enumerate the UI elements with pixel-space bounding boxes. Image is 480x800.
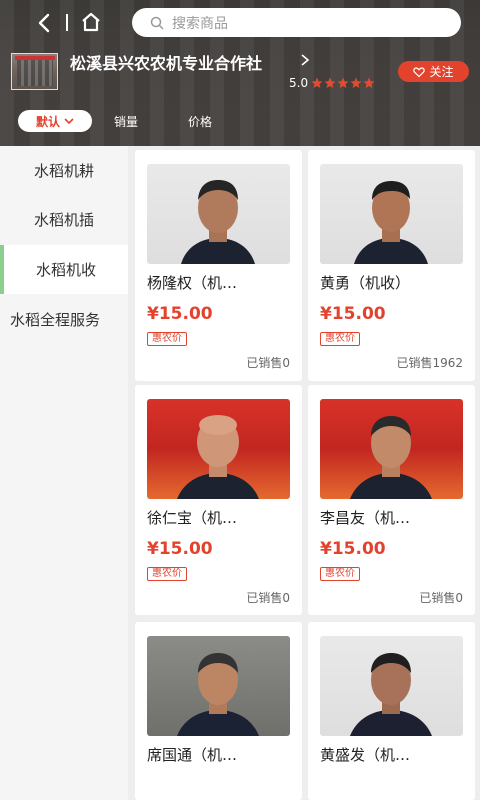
product-photo[interactable]	[320, 636, 463, 736]
sort-sales-tab[interactable]: 销量	[114, 113, 138, 130]
star-icon	[324, 77, 336, 88]
shop-name[interactable]: 松溪县兴农农机专业合作社	[70, 50, 262, 74]
search-icon	[150, 16, 164, 30]
chevron-down-icon	[64, 118, 74, 125]
search-placeholder: 搜索商品	[172, 15, 228, 32]
chevron-right-icon[interactable]	[300, 54, 310, 66]
price-tag-badge: 惠农价	[320, 332, 360, 346]
follow-button[interactable]: 关注	[398, 61, 469, 82]
product-card[interactable]: 李昌友（机… ¥15.00 惠农价 已销售0	[308, 385, 475, 615]
product-photo[interactable]	[320, 164, 463, 264]
product-price: ¥15.00	[147, 539, 213, 559]
person-portrait-icon	[177, 653, 259, 736]
rating-value: 5.0	[289, 76, 309, 90]
product-card[interactable]: 黄盛发（机…	[308, 622, 475, 800]
category-item-plowing[interactable]: 水稻机耕	[0, 146, 128, 195]
nav-divider	[66, 14, 68, 31]
product-photo[interactable]	[320, 399, 463, 499]
category-item-harvesting[interactable]: 水稻机收	[0, 245, 128, 294]
star-icon	[350, 77, 362, 88]
product-card[interactable]: 黄勇（机收） ¥15.00 惠农价 已销售1962	[308, 150, 475, 381]
person-portrait-icon	[350, 653, 432, 736]
star-icon	[311, 77, 323, 88]
shop-header: 搜索商品 松溪县兴农农机专业合作社 5.0 关注 默认 销量 价格	[0, 0, 480, 146]
product-name: 黄盛发（机…	[320, 746, 411, 764]
product-grid: 杨隆权（机… ¥15.00 惠农价 已销售0 黄勇（机收） ¥15.00 惠农价…	[128, 146, 480, 800]
category-sidebar: 水稻机耕 水稻机插 水稻机收 水稻全程服务	[0, 146, 128, 800]
price-tag-badge: 惠农价	[320, 567, 360, 581]
sold-count: 已销售0	[419, 591, 463, 605]
shop-logo[interactable]	[11, 53, 58, 90]
product-name: 席国通（机…	[147, 746, 238, 764]
sold-count: 已销售0	[246, 356, 290, 370]
product-card[interactable]: 杨隆权（机… ¥15.00 惠农价 已销售0	[135, 150, 302, 381]
product-card[interactable]: 徐仁宝（机… ¥15.00 惠农价 已销售0	[135, 385, 302, 615]
product-card[interactable]: 席国通（机…	[135, 622, 302, 800]
product-photo[interactable]	[147, 164, 290, 264]
price-tag-badge: 惠农价	[147, 567, 187, 581]
person-portrait-icon	[354, 181, 428, 264]
product-name: 徐仁宝（机…	[147, 509, 238, 527]
back-icon[interactable]	[34, 12, 56, 34]
product-name: 李昌友（机…	[320, 509, 411, 527]
heart-icon	[413, 66, 426, 77]
price-tag-badge: 惠农价	[147, 332, 187, 346]
person-portrait-icon	[181, 180, 255, 264]
product-price: ¥15.00	[320, 304, 386, 324]
shop-rating: 5.0	[289, 76, 375, 90]
category-item-transplanting[interactable]: 水稻机插	[0, 195, 128, 244]
star-icon	[337, 77, 349, 88]
person-portrait-icon	[177, 415, 259, 499]
sort-default-button[interactable]: 默认	[18, 110, 92, 132]
product-name: 黄勇（机收）	[320, 274, 411, 292]
home-icon[interactable]	[80, 11, 102, 33]
sold-count: 已销售1962	[396, 356, 463, 370]
product-photo[interactable]	[147, 636, 290, 736]
sort-default-label: 默认	[35, 114, 60, 129]
sort-price-tab[interactable]: 价格	[188, 113, 212, 130]
category-item-full-service[interactable]: 水稻全程服务	[0, 295, 128, 344]
product-price: ¥15.00	[147, 304, 213, 324]
product-name: 杨隆权（机…	[147, 274, 238, 292]
product-photo[interactable]	[147, 399, 290, 499]
product-price: ¥15.00	[320, 539, 386, 559]
star-icon	[363, 77, 375, 88]
sort-tabs: 默认 销量 价格	[18, 110, 212, 132]
sold-count: 已销售0	[246, 591, 290, 605]
search-input[interactable]: 搜索商品	[132, 8, 461, 37]
follow-label: 关注	[429, 65, 454, 79]
person-portrait-icon	[350, 416, 432, 499]
